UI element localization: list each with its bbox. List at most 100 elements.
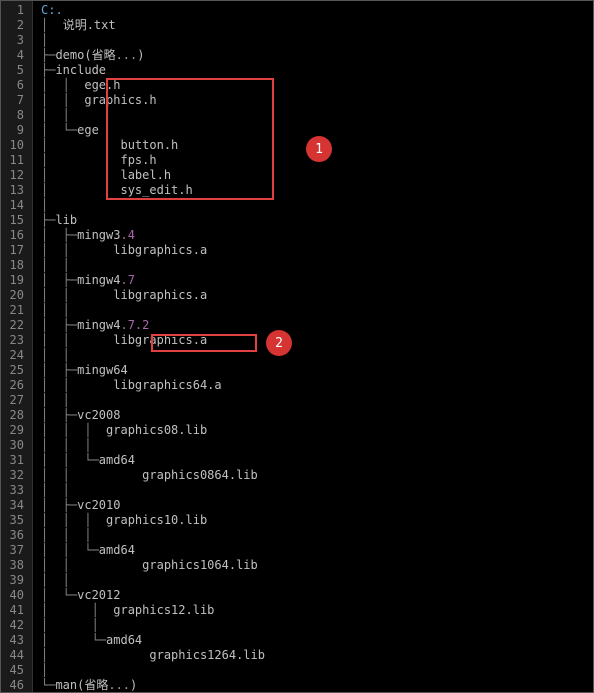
line-number: 26 [5,378,24,393]
tree-node-text: amd64 [99,543,135,557]
tree-node-text: libgraphics.a [113,243,207,257]
tree-pipe: │ │ [41,78,84,92]
line-number: 33 [5,483,24,498]
tree-pipe: │ │ └─ [41,543,99,557]
tree-node-text: lib [55,213,77,227]
tree-node-text: ege [77,123,99,137]
line-number: 29 [5,423,24,438]
code-line[interactable]: │ ├─mingw4.7.2 [41,318,593,333]
tree-node-text: include [55,63,106,77]
line-number: 34 [5,498,24,513]
tree-node-text: man(省略 [55,678,108,692]
line-number: 9 [5,123,24,138]
line-number: 25 [5,363,24,378]
code-line[interactable]: │ │ [41,618,593,633]
line-number: 11 [5,153,24,168]
code-line[interactable]: │ │ libgraphics64.a [41,378,593,393]
line-number: 36 [5,528,24,543]
tree-pipe: │ [41,153,120,167]
code-line[interactable]: │ │ │ [41,528,593,543]
tree-pipe: └─ [41,678,55,692]
code-line[interactable]: │ │ graphics1064.lib [41,558,593,573]
tree-node-text: amd64 [106,633,142,647]
code-line[interactable]: │ │ [41,393,593,408]
code-line[interactable]: C:. [41,3,593,18]
code-line[interactable]: │ 说明.txt [41,18,593,33]
code-line[interactable]: │ fps.h [41,153,593,168]
code-line[interactable]: │ └─vc2012 [41,588,593,603]
tree-node-text: vc2008 [77,408,120,422]
code-line[interactable]: │ │ [41,258,593,273]
tree-pipe: │ [41,138,120,152]
tree-pipe: │ │ [41,243,113,257]
line-number: 22 [5,318,24,333]
code-line[interactable]: │ │ ege.h [41,78,593,93]
close-paren: ) [137,48,144,62]
tree-pipe: │ ├─ [41,228,77,242]
code-line[interactable]: │ sys_edit.h [41,183,593,198]
tree-node-text: graphics08.lib [106,423,207,437]
code-line[interactable]: │ [41,663,593,678]
code-line[interactable]: │ │ └─amd64 [41,543,593,558]
code-line[interactable]: └─man(省略...) [41,678,593,693]
code-line[interactable]: │ ├─mingw64 [41,363,593,378]
line-number: 40 [5,588,24,603]
code-line[interactable]: │ │ │ graphics08.lib [41,423,593,438]
tree-pipe: │ ├─ [41,408,77,422]
code-line[interactable]: │ └─amd64 [41,633,593,648]
code-line[interactable]: │ │ graphics12.lib [41,603,593,618]
tree-pipe: │ ├─ [41,273,77,287]
code-line[interactable]: │ │ [41,348,593,363]
tree-pipe: │ │ [41,483,70,497]
line-number: 31 [5,453,24,468]
code-line[interactable]: │ [41,33,593,48]
code-area[interactable]: 1 2 C:.│ 说明.txt│├─demo(省略...)├─include│ … [33,1,593,692]
code-line[interactable]: │ │ └─amd64 [41,453,593,468]
tree-pipe: │ ├─ [41,318,77,332]
line-number: 8 [5,108,24,123]
tree-node-text: graphics10.lib [106,513,207,527]
tree-node-text: mingw64 [77,363,128,377]
line-number: 27 [5,393,24,408]
code-line[interactable]: │ │ libgraphics.a [41,243,593,258]
line-number: 43 [5,633,24,648]
code-line[interactable]: │ [41,198,593,213]
tree-pipe: │ ├─ [41,498,77,512]
tree-node-text: button.h [120,138,178,152]
tree-node-text: mingw4 [77,273,120,287]
code-line[interactable]: ├─demo(省略...) [41,48,593,63]
line-number: 42 [5,618,24,633]
code-line[interactable]: │ graphics1264.lib [41,648,593,663]
code-line[interactable]: │ │ [41,303,593,318]
tree-pipe: ├─ [41,213,55,227]
code-line[interactable]: │ ├─mingw3.4 [41,228,593,243]
code-line[interactable]: │ button.h [41,138,593,153]
line-number: 2 [5,18,24,33]
code-line[interactable]: │ │ graphics0864.lib [41,468,593,483]
code-line[interactable]: │ │ graphics.h [41,93,593,108]
code-line[interactable]: ├─include [41,63,593,78]
line-number: 20 [5,288,24,303]
code-line[interactable]: │ ├─vc2008 [41,408,593,423]
code-line[interactable]: │ │ libgraphics.a [41,288,593,303]
code-line[interactable]: │ │ libgraphics.a [41,333,593,348]
code-editor: 1234567891011121314151617181920212223242… [0,0,594,693]
tree-pipe: │ └─ [41,123,77,137]
tree-node-suffix: ... [116,48,138,62]
code-line[interactable]: │ │ [41,573,593,588]
code-line[interactable]: │ └─ege [41,123,593,138]
code-line[interactable]: │ │ [41,483,593,498]
code-line[interactable]: │ ├─vc2010 [41,498,593,513]
tree-pipe: │ └─ [41,588,77,602]
tree-pipe: │ [41,663,48,677]
code-line[interactable]: │ │ [41,108,593,123]
code-line[interactable]: │ label.h [41,168,593,183]
tree-node-text: fps.h [120,153,156,167]
tree-pipe: │ │ [41,258,70,272]
code-line[interactable]: │ │ │ graphics10.lib [41,513,593,528]
code-line[interactable]: │ ├─mingw4.7 [41,273,593,288]
code-line[interactable]: ├─lib [41,213,593,228]
tree-pipe: │ │ [41,393,70,407]
line-number: 13 [5,183,24,198]
code-line[interactable]: │ │ │ [41,438,593,453]
